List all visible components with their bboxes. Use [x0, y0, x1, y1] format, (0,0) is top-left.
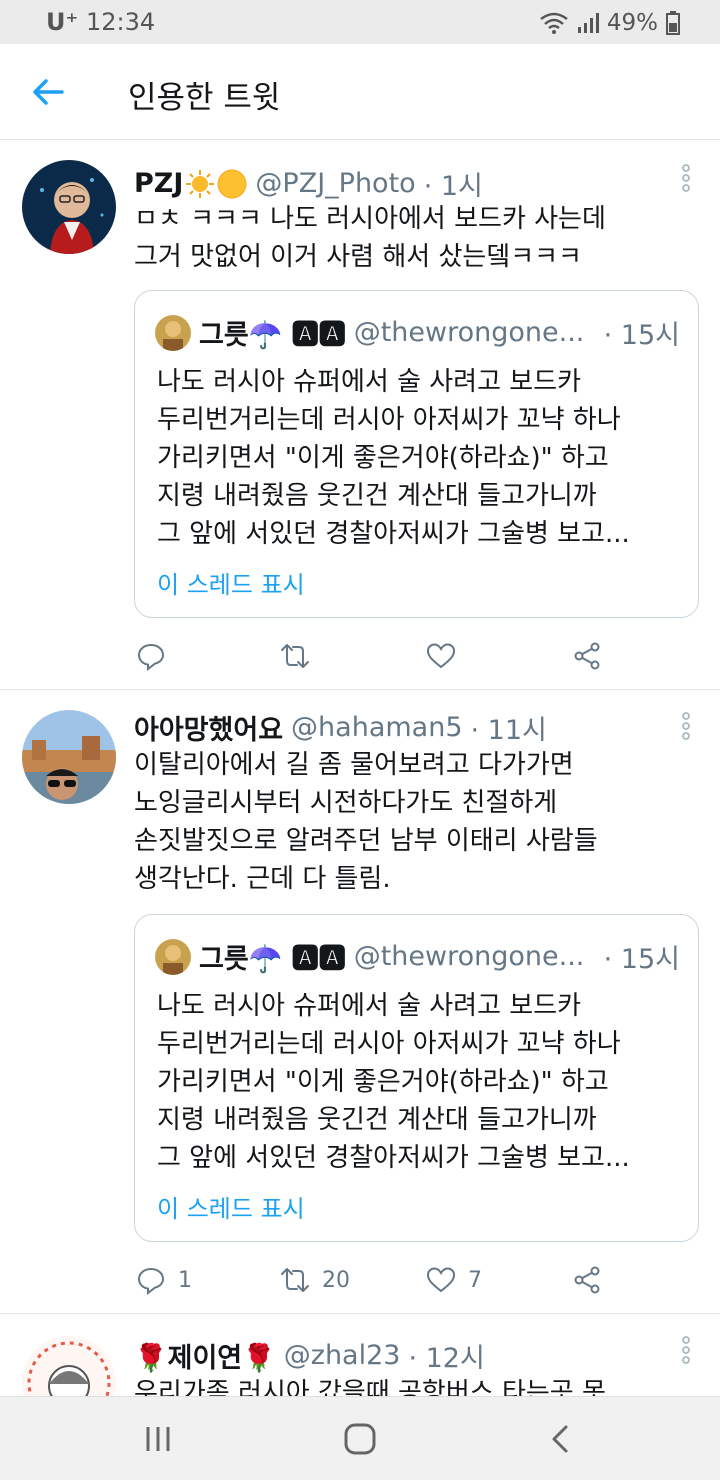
- sun-face-emoji-icon: [217, 169, 247, 198]
- show-thread-link[interactable]: 이 스레드 표시: [157, 1189, 305, 1224]
- quoted-display-name: 그릇☂️ 🅰🅰: [199, 320, 346, 351]
- like-button[interactable]: 7: [426, 1260, 482, 1300]
- tweet-time: · 11시: [470, 715, 547, 746]
- tweet-text: 이탈리아에서 길 좀 물어보려고 다가가면 노잉글리시부터 시전하다가도 친절하…: [134, 750, 598, 894]
- wifi-icon: [540, 12, 568, 34]
- tweet-header: PZJ @PZJ_Photo · 1시: [134, 164, 483, 203]
- more-vertical-icon[interactable]: [680, 712, 692, 740]
- system-nav-bar: [0, 1396, 720, 1480]
- tweet-header: 아아망했어요 @hahaman5 · 11시: [134, 708, 547, 747]
- retweet-button[interactable]: 20: [280, 1260, 350, 1300]
- home-icon[interactable]: [342, 1423, 378, 1455]
- avatar-photo: [22, 160, 116, 254]
- like-button[interactable]: [426, 636, 468, 676]
- quoted-time: · 15시: [603, 320, 680, 351]
- retweet-button[interactable]: [280, 636, 322, 676]
- more-vertical-icon[interactable]: [680, 1336, 692, 1364]
- recent-apps-icon[interactable]: [140, 1423, 176, 1455]
- page-title: 인용한 트윗: [128, 80, 281, 116]
- reply-icon: [137, 643, 165, 671]
- tweet-time: · 12시: [408, 1343, 485, 1374]
- quoted-text: 나도 러시아 슈퍼에서 술 사려고 보드카 두리번거리는데 러시아 아저씨가 꼬…: [157, 991, 630, 1173]
- quoted-handle: @thewrongone...: [353, 317, 585, 348]
- avatar[interactable]: [22, 1336, 116, 1396]
- retweet-count: 20: [322, 1267, 350, 1293]
- status-bar: U⁺ 12:34 49%: [0, 0, 720, 44]
- battery-percent: 49%: [606, 10, 658, 36]
- more-vertical-icon[interactable]: [680, 164, 692, 192]
- like-count: 7: [468, 1267, 482, 1293]
- status-indicators: 49%: [539, 8, 680, 38]
- avatar[interactable]: [22, 160, 116, 254]
- quoted-tweet-header: 그릇☂️ 🅰🅰 @thewrongone... · 15시: [155, 937, 680, 976]
- quoted-time: · 15시: [603, 944, 680, 975]
- tweet-actions: 1 20 7: [134, 1260, 614, 1300]
- show-thread-link[interactable]: 이 스레드 표시: [157, 565, 305, 600]
- battery-icon: [666, 11, 680, 35]
- avatar-photo: [22, 1336, 116, 1396]
- retweet-icon: [281, 644, 309, 668]
- reply-button[interactable]: 1: [136, 1260, 192, 1300]
- display-name[interactable]: PZJ: [134, 168, 183, 199]
- heart-icon: [426, 643, 456, 669]
- quoted-tweet-header: 그릇☂️ 🅰🅰 @thewrongone... · 15시: [155, 313, 680, 352]
- share-icon: [574, 642, 600, 670]
- sun-emoji-icon: [186, 169, 215, 198]
- avatar[interactable]: [22, 710, 116, 804]
- tweet-header: 🌹제이연🌹 @zhal23 · 12시: [134, 1336, 485, 1375]
- share-icon: [574, 1266, 600, 1294]
- carrier-label: U⁺: [46, 8, 79, 36]
- tweet-text: ㅁㅊ ㅋㅋㅋ 나도 러시아에서 보드카 사는데 그거 맛없어 이거 사렴 해서 …: [134, 204, 606, 272]
- heart-icon: [426, 1267, 456, 1293]
- tweet-handle: @hahaman5: [291, 712, 463, 743]
- back-nav-icon[interactable]: [544, 1423, 580, 1455]
- tweet-time: · 1시: [423, 171, 483, 202]
- share-button[interactable]: [572, 636, 602, 676]
- tweet-card[interactable]: 🌹제이연🌹 @zhal23 · 12시 우리가족 러시아 갔을때 공항버스 타는…: [0, 1314, 720, 1396]
- reply-icon: [137, 1267, 165, 1295]
- tweet-handle: @zhal23: [283, 1340, 401, 1371]
- tweet-text: 우리가족 러시아 갔을때 공항버스 타는곳 못: [134, 1378, 606, 1396]
- reply-button[interactable]: [136, 636, 178, 676]
- app-header: 인용한 트윗: [0, 44, 720, 140]
- display-name[interactable]: 🌹제이연🌹: [134, 1336, 276, 1375]
- quoted-display-name: 그릇☂️ 🅰🅰: [199, 944, 346, 975]
- signal-icon: [577, 13, 599, 33]
- tweet-card[interactable]: PZJ @PZJ_Photo · 1시 ㅁㅊ ㅋㅋㅋ 나도 러시아에서 보드카 …: [0, 140, 720, 690]
- reply-count: 1: [178, 1267, 192, 1293]
- display-name[interactable]: 아아망했어요: [134, 708, 283, 747]
- tweet-actions: [134, 636, 614, 676]
- tweet-handle: @PZJ_Photo: [255, 168, 416, 199]
- share-button[interactable]: [572, 1260, 602, 1300]
- quoted-avatar: [155, 314, 191, 351]
- quoted-tweet[interactable]: 그릇☂️ 🅰🅰 @thewrongone... · 15시 나도 러시아 슈퍼에…: [134, 290, 699, 618]
- retweet-icon: [281, 1268, 309, 1292]
- quoted-handle: @thewrongone...: [353, 941, 585, 972]
- arrow-left-icon[interactable]: [30, 74, 66, 110]
- quoted-tweet[interactable]: 그릇☂️ 🅰🅰 @thewrongone... · 15시 나도 러시아 슈퍼에…: [134, 914, 699, 1242]
- quoted-avatar: [155, 938, 191, 975]
- avatar-photo: [22, 710, 116, 804]
- status-time: 12:34: [86, 8, 156, 36]
- tweet-card[interactable]: 아아망했어요 @hahaman5 · 11시 이탈리아에서 길 좀 물어보려고 …: [0, 690, 720, 1314]
- quoted-text: 나도 러시아 슈퍼에서 술 사려고 보드카 두리번거리는데 러시아 아저씨가 꼬…: [157, 367, 630, 549]
